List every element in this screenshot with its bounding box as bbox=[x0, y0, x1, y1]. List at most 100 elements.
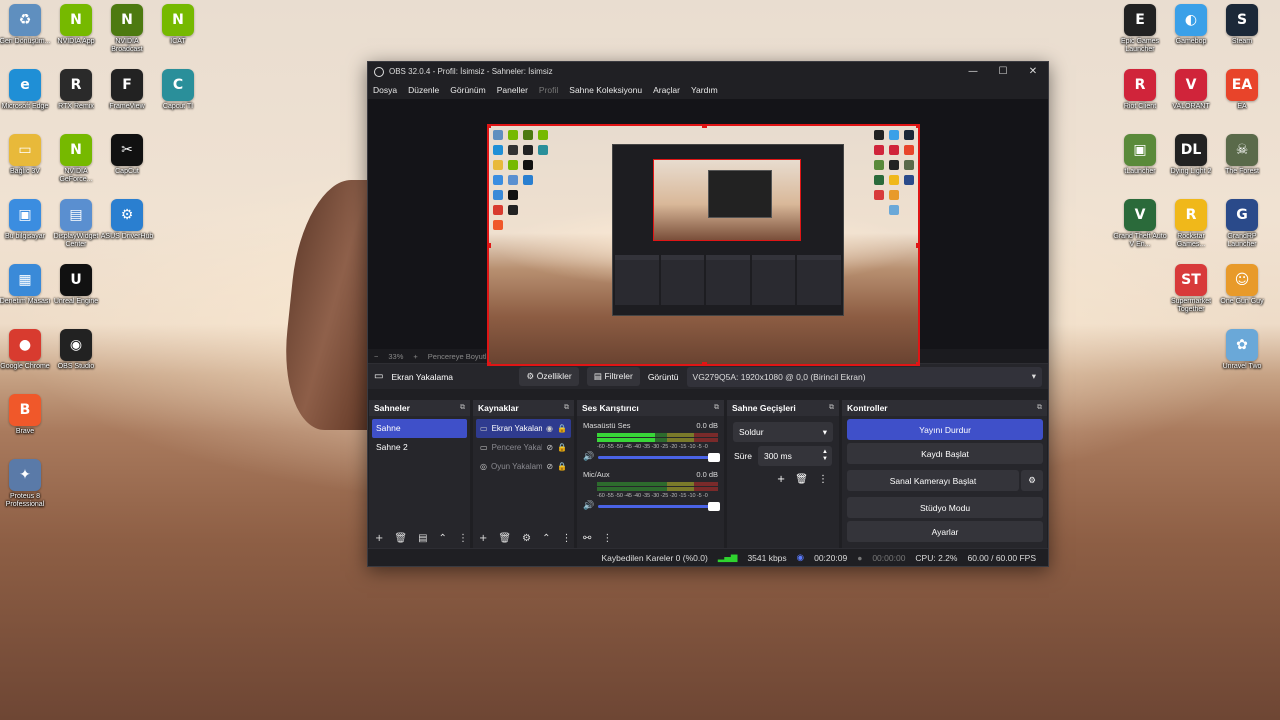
slider-handle[interactable] bbox=[708, 452, 720, 462]
desktop-icon[interactable]: U Unreal Engine bbox=[48, 264, 104, 306]
desktop-icon[interactable]: ST Supermarket Together bbox=[1163, 264, 1219, 314]
chevron-up-icon[interactable]: ⌃ bbox=[542, 533, 550, 544]
desktop-icon[interactable]: ▣ tLauncher bbox=[1112, 134, 1168, 176]
volume-slider[interactable] bbox=[598, 501, 720, 511]
desktop-icon[interactable]: R Rockstar Games... bbox=[1163, 199, 1219, 249]
desktop-icon[interactable]: ♻ Geri Dönüşüm... bbox=[0, 4, 53, 46]
desktop-icon[interactable]: E Epic Games Launcher bbox=[1112, 4, 1168, 54]
scene-item[interactable]: Sahne 2 bbox=[372, 438, 467, 457]
desktop-icon[interactable]: ☺ One Gun Guy bbox=[1214, 264, 1270, 306]
minimize-button[interactable]: — bbox=[958, 66, 988, 77]
desktop-icon[interactable]: R RTX Remix bbox=[48, 69, 104, 111]
desktop-icon[interactable]: S Steam bbox=[1214, 4, 1270, 46]
start-virtual-camera-button[interactable]: Sanal Kamerayı Başlat bbox=[847, 470, 1019, 491]
display-select[interactable]: VG279Q5A: 1920x1080 @ 0,0 (Birincil Ekra… bbox=[686, 366, 1042, 387]
maximize-button[interactable]: ☐ bbox=[988, 66, 1018, 77]
desktop-icon[interactable]: C Capcut TI bbox=[150, 69, 206, 111]
more-icon[interactable]: ⋮ bbox=[602, 533, 612, 544]
slider-handle[interactable] bbox=[708, 501, 720, 511]
menu-araclar[interactable]: Araçlar bbox=[653, 85, 680, 95]
desktop-icon[interactable]: V Grand Theft Auto V En... bbox=[1112, 199, 1168, 249]
transition-select[interactable]: Soldur ▾ bbox=[733, 422, 833, 442]
undock-icon[interactable]: ⧉ bbox=[829, 404, 834, 412]
trash-icon[interactable]: 🗑 bbox=[394, 533, 407, 544]
eye-hidden-icon[interactable]: ⊘ bbox=[546, 443, 553, 452]
screen-capture-source[interactable] bbox=[487, 124, 920, 366]
desktop-icon[interactable]: N NVIDIA App bbox=[48, 4, 104, 46]
resize-handle[interactable] bbox=[489, 126, 491, 128]
desktop-icon[interactable]: ✿ Unravel Two bbox=[1214, 329, 1270, 371]
undock-icon[interactable]: ⧉ bbox=[714, 404, 719, 412]
menu-profil[interactable]: Profil bbox=[539, 85, 558, 95]
undock-icon[interactable]: ⧉ bbox=[564, 404, 569, 412]
trash-icon[interactable]: 🗑 bbox=[795, 474, 808, 485]
trash-icon[interactable]: 🗑 bbox=[498, 533, 511, 544]
menu-yardim[interactable]: Yardım bbox=[691, 85, 718, 95]
lock-icon[interactable]: 🔒 bbox=[557, 443, 567, 452]
desktop-icon[interactable]: EA EA bbox=[1214, 69, 1270, 111]
desktop-icon[interactable]: N NVIDIA GeForce... bbox=[48, 134, 104, 184]
start-recording-button[interactable]: Kaydı Başlat bbox=[847, 443, 1043, 464]
more-icon[interactable]: ⋮ bbox=[561, 533, 571, 544]
desktop-icon[interactable]: R Riot Client bbox=[1112, 69, 1168, 111]
menu-duzenle[interactable]: Düzenle bbox=[408, 85, 439, 95]
source-item[interactable]: ▭ Ekran Yakalama ◉ 🔒 bbox=[476, 419, 571, 438]
filters-button[interactable]: ▤ Filtreler bbox=[586, 367, 640, 386]
source-item[interactable]: ◎ Oyun Yakalama ⊘ 🔒 bbox=[476, 457, 571, 476]
menu-dosya[interactable]: Dosya bbox=[373, 85, 397, 95]
link-icon[interactable]: ⚯ bbox=[583, 533, 591, 544]
gear-icon[interactable]: ⚙ bbox=[522, 533, 531, 544]
preview-canvas[interactable] bbox=[368, 99, 1048, 366]
desktop-icon[interactable]: ◐ Gamebop bbox=[1163, 4, 1219, 46]
source-item[interactable]: ▭ Pencere Yakalama ⊘ 🔒 bbox=[476, 438, 571, 457]
desktop-icon[interactable]: ● Google Chrome bbox=[0, 329, 53, 371]
add-icon[interactable]: + bbox=[777, 474, 785, 485]
lock-icon[interactable]: 🔒 bbox=[557, 424, 567, 433]
menu-paneller[interactable]: Paneller bbox=[497, 85, 528, 95]
resize-handle[interactable] bbox=[702, 362, 707, 364]
speaker-icon[interactable]: 🔊 bbox=[583, 501, 594, 511]
desktop-icon[interactable]: DL Dying Light 2 bbox=[1163, 134, 1219, 176]
desktop-icon[interactable]: ⚙ ASUS DriverHub bbox=[99, 199, 155, 241]
filter-icon[interactable]: ▤ bbox=[418, 533, 427, 544]
desktop-icon[interactable]: N ICAT bbox=[150, 4, 206, 46]
add-icon[interactable]: + bbox=[479, 533, 487, 544]
resize-handle[interactable] bbox=[916, 362, 918, 364]
desktop-icon[interactable]: V VALORANT bbox=[1163, 69, 1219, 111]
add-icon[interactable]: + bbox=[375, 533, 383, 544]
more-icon[interactable]: ⋮ bbox=[458, 533, 468, 544]
desktop-icon[interactable]: ▭ Bağlıc 3V bbox=[0, 134, 53, 176]
speaker-icon[interactable]: 🔊 bbox=[583, 452, 594, 462]
eye-hidden-icon[interactable]: ⊘ bbox=[546, 462, 553, 471]
close-button[interactable]: ✕ bbox=[1018, 66, 1048, 77]
desktop-icon[interactable]: ✂ CapCut bbox=[99, 134, 155, 176]
zoom-in-button[interactable]: + bbox=[413, 352, 417, 361]
duration-spinbox[interactable]: 300 ms ▲ ▼ bbox=[757, 446, 832, 466]
menu-sahne-koleksiyonu[interactable]: Sahne Koleksiyonu bbox=[569, 85, 642, 95]
menu-gorunum[interactable]: Görünüm bbox=[450, 85, 485, 95]
more-icon[interactable]: ⋮ bbox=[818, 474, 828, 485]
resize-handle[interactable] bbox=[702, 126, 707, 128]
properties-button[interactable]: ⚙ Özellikler bbox=[519, 367, 579, 386]
desktop-icon[interactable]: F FrameView bbox=[99, 69, 155, 111]
desktop-icon[interactable]: B Brave bbox=[0, 394, 53, 436]
resize-handle[interactable] bbox=[489, 243, 491, 248]
desktop-icon[interactable]: ◉ OBS Studio bbox=[48, 329, 104, 371]
desktop-icon[interactable]: e Microsoft Edge bbox=[0, 69, 53, 111]
resize-handle[interactable] bbox=[916, 243, 918, 248]
zoom-out-button[interactable]: − bbox=[374, 352, 378, 361]
desktop-icon[interactable]: ✦ Proteus 8 Professional bbox=[0, 459, 53, 509]
virtual-camera-settings-icon[interactable]: ⚙ bbox=[1021, 470, 1043, 491]
desktop-icon[interactable]: N NVIDIA Broadcast bbox=[99, 4, 155, 54]
desktop-icon[interactable]: ▣ Bu bilgisayar bbox=[0, 199, 53, 241]
chevron-up-icon[interactable]: ⌃ bbox=[439, 533, 447, 544]
desktop-icon[interactable]: ☠ The Forest bbox=[1214, 134, 1270, 176]
volume-slider[interactable] bbox=[598, 452, 720, 462]
resize-handle[interactable] bbox=[489, 362, 491, 364]
scene-item[interactable]: Sahne bbox=[372, 419, 467, 438]
undock-icon[interactable]: ⧉ bbox=[460, 404, 465, 412]
settings-button[interactable]: Ayarlar bbox=[847, 521, 1043, 542]
desktop-icon[interactable]: G GrandRP Launcher bbox=[1214, 199, 1270, 249]
studio-mode-button[interactable]: Stüdyo Modu bbox=[847, 497, 1043, 518]
stop-stream-button[interactable]: Yayını Durdur bbox=[847, 419, 1043, 440]
